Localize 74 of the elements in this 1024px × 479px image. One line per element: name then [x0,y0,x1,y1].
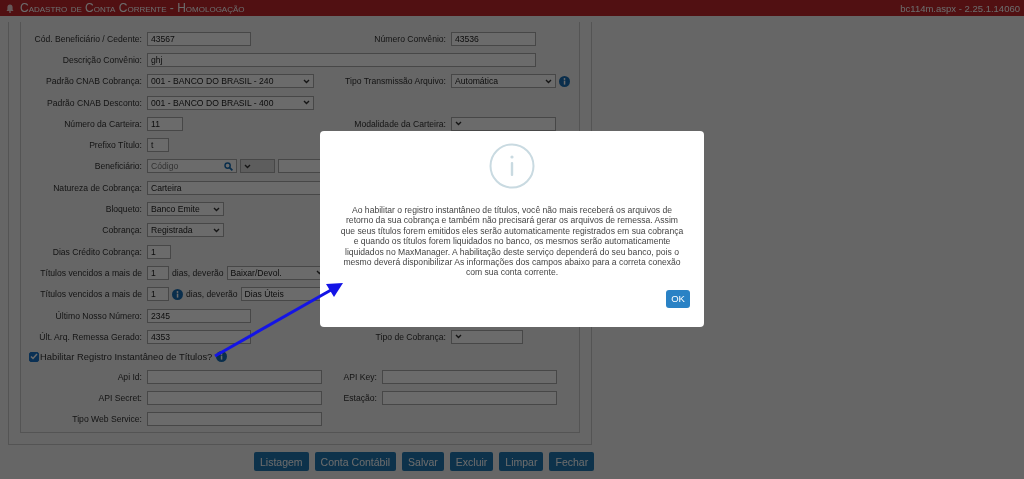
select-field[interactable]: 001 - BANCO DO BRASIL - 240 [147,74,314,89]
bell-icon [6,3,14,13]
input-field[interactable] [382,369,557,384]
caret-icon [455,334,462,340]
input-field[interactable]: 1 [147,265,169,280]
field-label: Último Nosso Número: [54,310,143,321]
action-button[interactable]: Fechar [549,452,595,471]
caret-icon [244,163,251,169]
checkbox[interactable] [29,351,39,362]
field-label: Número da Carteira: [63,118,143,129]
field-label: Descrição Convênio: [61,54,143,65]
field-label: Cód. Beneficiário / Cedente: [33,33,143,44]
caret-icon [213,206,220,212]
caret-icon [303,100,310,106]
field-label: Prefixo Título: [88,140,143,151]
field-label: Api Id: [116,371,143,382]
caret-icon [545,78,552,84]
caret-icon [455,121,462,127]
action-button[interactable]: Limpar [499,452,544,471]
field-label: API Key: [342,371,378,382]
select-field[interactable]: Banco Emite [147,202,224,216]
action-button[interactable]: Excluir [449,452,494,471]
version-text: bc114m.aspx - 2.25.1.14060 [900,2,1020,14]
field-label: Padrão CNAB Cobrança: [45,76,143,87]
input-field[interactable]: 4353 [147,329,251,344]
action-button[interactable]: Conta Contábil [314,452,397,471]
field-label: Tipo Transmissão Arquivo: [344,76,447,87]
field-label: Natureza de Cobrança: [52,182,143,193]
checkbox-label: Habilitar Registro Instantâneo de Títulos? [40,351,213,363]
input-field[interactable] [382,391,557,406]
input-field[interactable]: 1 [147,287,169,302]
info-icon[interactable] [216,351,228,363]
input-field[interactable]: 43536 [451,31,536,46]
select-field[interactable]: Registrada [147,223,224,238]
input-field[interactable]: 43567 [147,31,251,46]
field-label: Títulos vencidos a mais de [39,289,143,300]
input-field[interactable] [147,412,322,427]
input-field[interactable]: ghj [147,52,536,67]
field-label: Estação: [342,393,378,404]
caret-icon [303,78,310,84]
field-label: Cobrança: [101,225,143,236]
input-field[interactable]: t [147,138,169,153]
field-label: Número Convênio: [373,33,447,44]
dialog-message: Ao habilitar o registro instantâneo de títulos, você não mais receberá os arquivos de retorno da sua cobrança e também não precisará gerar os arquivos de remessa. Assim que seus títulos forem emitidos eles serão automaticamente registrados em sua cobrança e quando os títulos forem liquidados no banco, os mesmos serão automaticamente liquidados no MaxManager. A habilitação deste serviço dependerá do seu banco, pois o mesmo deverá disponibilizar As informações dos campos abaixo para a correta conexão com sua conta corrente. [339,205,685,278]
info-icon[interactable] [559,75,570,87]
field-label: Tipo de Cobrança: [374,331,447,342]
input-field[interactable]: 11 [147,116,183,131]
caret-icon [213,227,220,233]
ok-button[interactable]: OK [666,289,690,308]
field-text: dias, deverão [186,289,238,300]
input-field[interactable] [147,369,322,384]
action-button[interactable]: Listagem [254,452,309,471]
field-label: Beneficiário: [93,161,143,172]
input-field[interactable]: 1 [147,244,171,259]
select-field[interactable]: 001 - BANCO DO BRASIL - 400 [147,95,314,110]
field-label: Últ. Arq. Remessa Gerado: [38,331,143,342]
field-label: Bloqueto: [104,204,143,214]
field-label: Modalidade da Carteira: [353,118,447,129]
select-field[interactable] [451,116,556,131]
select-field[interactable] [451,329,523,344]
input-field[interactable] [147,391,322,406]
field-label: Padrão CNAB Desconto: [45,97,143,108]
field-text: dias, deverão [172,267,224,278]
info-icon[interactable] [172,288,183,300]
field-label: Tipo Web Service: [71,414,143,425]
info-icon [489,143,535,189]
input-field[interactable]: 2345 [147,308,251,323]
search-icon[interactable] [224,161,233,171]
page-title: Cadastro de Conta Corrente - Homologação [20,1,245,15]
select-field[interactable]: Automática [451,74,556,89]
field-label: API Secret: [97,393,143,404]
field-label: Títulos vencidos a mais de [39,267,143,278]
field-label: Dias Crédito Cobrança: [51,246,143,257]
action-button[interactable]: Salvar [402,452,444,471]
